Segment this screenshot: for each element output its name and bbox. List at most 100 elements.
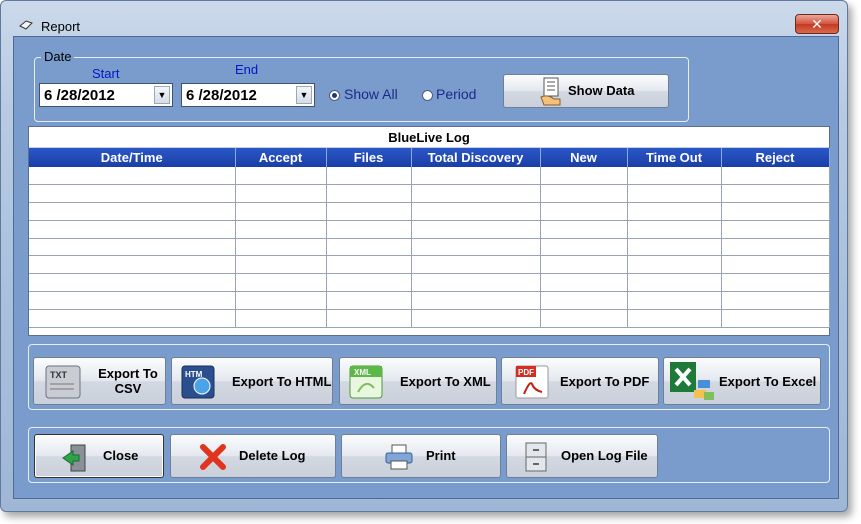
bluelive-log-grid[interactable]: BlueLive Log Date/Time Accept Files Tota… — [28, 126, 830, 336]
chevron-down-icon[interactable]: ▼ — [154, 86, 170, 104]
table-cell[interactable] — [721, 220, 830, 239]
table-cell[interactable] — [721, 309, 830, 328]
show-data-button[interactable]: Show Data — [503, 74, 669, 108]
table-cell[interactable] — [326, 184, 412, 204]
table-cell[interactable] — [540, 255, 628, 275]
export-xml-button[interactable]: XML Export To XML — [339, 357, 497, 405]
table-cell[interactable] — [326, 273, 412, 293]
table-row[interactable] — [29, 220, 830, 239]
table-cell[interactable] — [29, 238, 236, 257]
table-cell[interactable] — [540, 238, 628, 257]
delete-log-button[interactable]: Delete Log — [170, 434, 336, 478]
column-header[interactable]: Time Out — [627, 148, 722, 167]
table-cell[interactable] — [235, 167, 327, 186]
chevron-down-icon[interactable]: ▼ — [296, 86, 312, 104]
column-header[interactable]: Reject — [721, 148, 830, 167]
table-cell[interactable] — [326, 220, 412, 239]
table-cell[interactable] — [721, 273, 830, 293]
table-cell[interactable] — [411, 273, 541, 293]
log-table[interactable]: Date/Time Accept Files Total Discovery N… — [29, 148, 830, 328]
window-close-button[interactable]: ✕ — [795, 14, 839, 34]
table-cell[interactable] — [540, 220, 628, 239]
table-cell[interactable] — [721, 238, 830, 257]
table-row[interactable] — [29, 238, 830, 257]
table-cell[interactable] — [627, 309, 722, 328]
table-cell[interactable] — [235, 255, 327, 275]
export-html-button[interactable]: HTM Export To HTML — [171, 357, 333, 405]
table-row[interactable] — [29, 184, 830, 204]
table-cell[interactable] — [721, 202, 830, 221]
table-cell[interactable] — [326, 255, 412, 275]
close-button[interactable]: Close — [34, 434, 164, 478]
table-cell[interactable] — [235, 184, 327, 204]
table-cell[interactable] — [235, 202, 327, 221]
table-cell[interactable] — [540, 273, 628, 293]
table-cell[interactable] — [540, 167, 628, 186]
table-cell[interactable] — [29, 309, 236, 328]
export-csv-button[interactable]: TXT Export To CSV — [33, 357, 166, 405]
table-cell[interactable] — [29, 255, 236, 275]
table-cell[interactable] — [326, 291, 412, 310]
table-cell[interactable] — [29, 184, 236, 204]
table-cell[interactable] — [326, 309, 412, 328]
table-cell[interactable] — [627, 238, 722, 257]
table-cell[interactable] — [721, 255, 830, 275]
table-cell[interactable] — [235, 273, 327, 293]
table-cell[interactable] — [235, 309, 327, 328]
table-cell[interactable] — [326, 167, 412, 186]
table-cell[interactable] — [29, 273, 236, 293]
table-cell[interactable] — [235, 238, 327, 257]
table-row[interactable] — [29, 273, 830, 293]
table-cell[interactable] — [627, 255, 722, 275]
table-row[interactable] — [29, 291, 830, 310]
show-all-radio[interactable] — [329, 90, 340, 101]
table-cell[interactable] — [627, 220, 722, 239]
table-cell[interactable] — [721, 167, 830, 186]
table-cell[interactable] — [29, 220, 236, 239]
table-cell[interactable] — [326, 202, 412, 221]
print-button[interactable]: Print — [341, 434, 501, 478]
column-header[interactable]: Total Discovery — [411, 148, 541, 167]
table-cell[interactable] — [627, 273, 722, 293]
table-cell[interactable] — [29, 202, 236, 221]
table-cell[interactable] — [411, 220, 541, 239]
table-cell[interactable] — [540, 291, 628, 310]
column-header[interactable]: New — [540, 148, 628, 167]
table-cell[interactable] — [627, 291, 722, 310]
export-pdf-button[interactable]: PDF Export To PDF — [501, 357, 659, 405]
table-cell[interactable] — [411, 238, 541, 257]
table-row[interactable] — [29, 309, 830, 328]
table-row[interactable] — [29, 202, 830, 221]
table-cell[interactable] — [627, 167, 722, 186]
period-label[interactable]: Period — [436, 86, 476, 102]
table-cell[interactable] — [627, 202, 722, 221]
table-cell[interactable] — [721, 184, 830, 204]
period-radio[interactable] — [422, 90, 433, 101]
table-cell[interactable] — [411, 255, 541, 275]
table-cell[interactable] — [411, 184, 541, 204]
table-row[interactable] — [29, 167, 830, 186]
table-cell[interactable] — [29, 291, 236, 310]
table-cell[interactable] — [235, 220, 327, 239]
table-cell[interactable] — [540, 184, 628, 204]
table-cell[interactable] — [326, 238, 412, 257]
open-log-file-button[interactable]: Open Log File — [506, 434, 658, 478]
start-date-picker[interactable]: 6 /28/2012 ▼ — [39, 83, 173, 107]
table-cell[interactable] — [29, 167, 236, 186]
column-header[interactable]: Date/Time — [29, 148, 236, 167]
table-cell[interactable] — [411, 291, 541, 310]
show-all-label[interactable]: Show All — [344, 86, 398, 102]
table-cell[interactable] — [721, 291, 830, 310]
column-header[interactable]: Files — [326, 148, 412, 167]
table-cell[interactable] — [235, 291, 327, 310]
column-header[interactable]: Accept — [235, 148, 327, 167]
table-cell[interactable] — [411, 167, 541, 186]
table-cell[interactable] — [411, 202, 541, 221]
table-row[interactable] — [29, 255, 830, 275]
export-excel-button[interactable]: Export To Excel — [663, 357, 821, 405]
end-date-picker[interactable]: 6 /28/2012 ▼ — [181, 83, 315, 107]
table-cell[interactable] — [627, 184, 722, 204]
table-cell[interactable] — [540, 309, 628, 328]
table-cell[interactable] — [411, 309, 541, 328]
table-cell[interactable] — [540, 202, 628, 221]
